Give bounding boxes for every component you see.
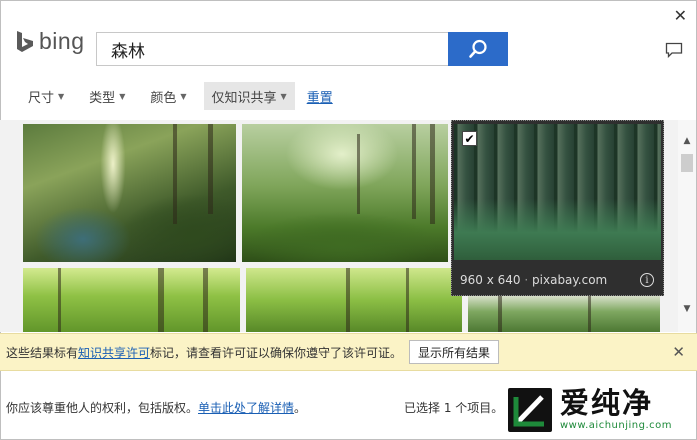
tree-trunk bbox=[158, 268, 164, 332]
tree-trunk bbox=[498, 294, 502, 332]
bing-logo-icon bbox=[17, 30, 33, 52]
reset-filters-link[interactable]: 重置 bbox=[307, 87, 333, 106]
watermark-url: www.aichunjing.com bbox=[560, 419, 672, 431]
results-scrollbar[interactable]: ▲ ▼ bbox=[678, 120, 696, 332]
watermark-text: 爱纯净 www.aichunjing.com bbox=[560, 386, 672, 431]
filter-bar: 尺寸 ▼ 类型 ▼ 颜色 ▼ 仅知识共享 ▼ 重置 bbox=[20, 82, 333, 110]
scroll-down-arrow-icon[interactable]: ▼ bbox=[678, 300, 696, 318]
copyright-note: 你应该尊重他人的权利，包括版权。单击此处了解详情。 bbox=[6, 399, 306, 416]
selected-image-card[interactable]: ✔ 960 x 640 · pixabay.com i bbox=[451, 120, 664, 296]
filter-color[interactable]: 颜色 ▼ bbox=[142, 82, 194, 110]
watermark-name: 爱纯净 bbox=[560, 386, 654, 421]
chevron-down-icon: ▼ bbox=[119, 91, 126, 101]
meta-separator: · bbox=[524, 273, 529, 287]
filter-size[interactable]: 尺寸 ▼ bbox=[20, 82, 72, 110]
license-notice-bar: 这些结果标有 知识共享许可 标记，请查看许可证以确保你遵守了该许可证。 显示所有… bbox=[0, 333, 697, 371]
image-source: pixabay.com bbox=[532, 273, 608, 287]
license-text-after: 标记，请查看许可证以确保你遵守了该许可证。 bbox=[150, 345, 403, 360]
tree-trunk bbox=[173, 124, 177, 224]
info-icon[interactable]: i bbox=[640, 273, 654, 287]
filter-license[interactable]: 仅知识共享 ▼ bbox=[203, 82, 295, 110]
image-meta: 960 x 640 · pixabay.com bbox=[460, 273, 607, 287]
show-all-results-button[interactable]: 显示所有结果 bbox=[409, 340, 500, 364]
search-button[interactable] bbox=[448, 32, 508, 66]
search-input[interactable] bbox=[97, 33, 448, 65]
image-results-grid: ✔ 960 x 640 · pixabay.com i bbox=[0, 120, 678, 332]
filter-color-label: 颜色 bbox=[150, 90, 177, 106]
close-icon[interactable]: ✕ bbox=[674, 6, 687, 25]
scroll-up-arrow-icon[interactable]: ▲ bbox=[678, 132, 696, 150]
tree-trunk bbox=[588, 294, 591, 332]
copyright-note-end: 。 bbox=[294, 401, 307, 415]
scrollbar-thumb[interactable] bbox=[681, 154, 693, 172]
tree-trunk bbox=[430, 124, 435, 224]
filter-type[interactable]: 类型 ▼ bbox=[81, 82, 133, 110]
image-result[interactable] bbox=[23, 124, 236, 262]
image-result[interactable] bbox=[23, 268, 240, 332]
chevron-down-icon: ▼ bbox=[58, 91, 65, 101]
image-dimensions: 960 x 640 bbox=[460, 273, 521, 287]
image-result[interactable] bbox=[242, 124, 448, 262]
bing-logo: bing bbox=[15, 28, 84, 55]
chevron-down-icon: ▼ bbox=[280, 91, 287, 101]
search-icon bbox=[469, 39, 487, 58]
copyright-note-text: 你应该尊重他人的权利，包括版权。 bbox=[6, 401, 199, 415]
image-result[interactable] bbox=[468, 294, 660, 332]
tree-trunk bbox=[357, 134, 360, 214]
selection-count: 已选择 1 个项目。 bbox=[404, 401, 504, 415]
search-box[interactable] bbox=[96, 32, 448, 66]
license-text-before: 这些结果标有 bbox=[6, 345, 79, 360]
image-select-checkbox[interactable]: ✔ bbox=[462, 131, 477, 146]
filter-type-label: 类型 bbox=[89, 90, 116, 106]
tree-trunk bbox=[346, 268, 350, 332]
tree-trunk bbox=[406, 268, 409, 332]
close-notice-icon[interactable]: ✕ bbox=[672, 343, 685, 361]
license-link[interactable]: 知识共享许可 bbox=[78, 344, 150, 361]
chevron-down-icon: ▼ bbox=[180, 91, 187, 101]
feedback-icon[interactable] bbox=[665, 42, 683, 58]
selected-image[interactable] bbox=[454, 124, 661, 260]
tree-trunk bbox=[208, 124, 213, 214]
tree-trunk bbox=[203, 268, 208, 332]
tree-trunk bbox=[412, 124, 416, 219]
tree-trunk bbox=[58, 268, 61, 332]
filter-size-label: 尺寸 bbox=[28, 90, 55, 106]
learn-more-link[interactable]: 单击此处了解详情 bbox=[198, 401, 294, 415]
bing-logo-text: bing bbox=[39, 28, 85, 54]
image-result[interactable] bbox=[246, 268, 462, 332]
filter-license-label: 仅知识共享 bbox=[211, 90, 277, 106]
watermark-logo-icon bbox=[508, 387, 552, 432]
site-watermark: 爱纯净 www.aichunjing.com bbox=[499, 381, 696, 438]
